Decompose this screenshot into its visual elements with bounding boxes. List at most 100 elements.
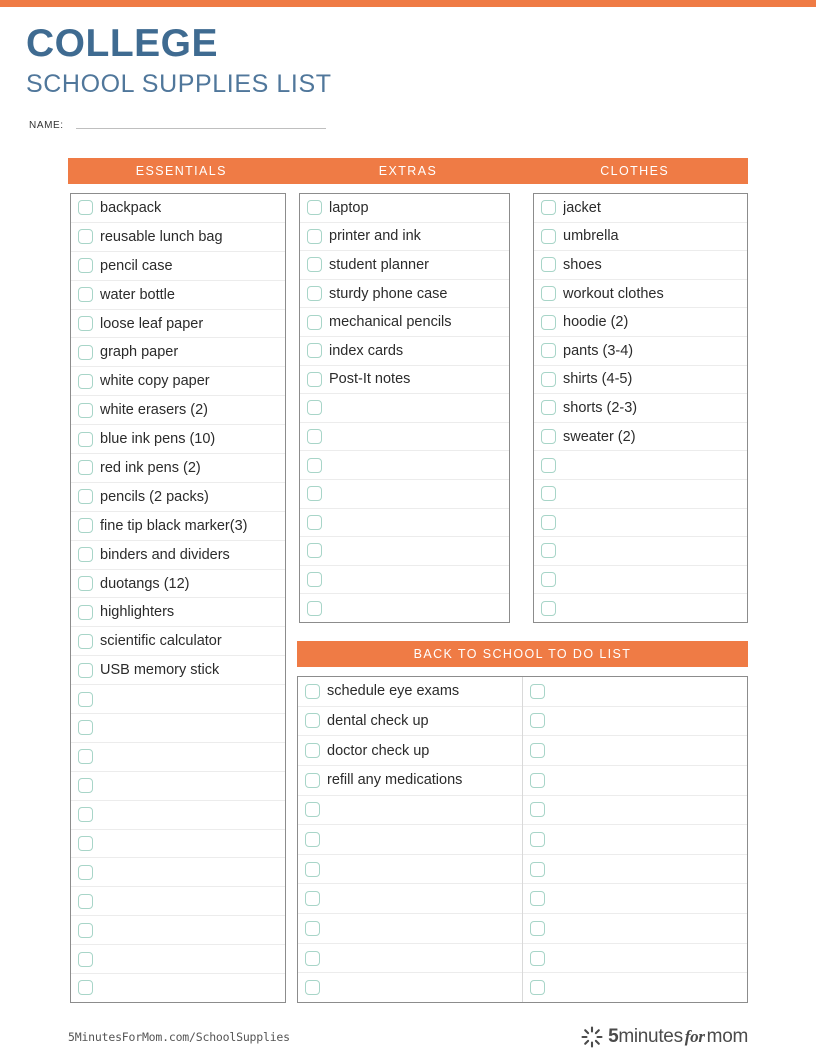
checkbox-icon[interactable] xyxy=(305,743,320,759)
checklist-row[interactable] xyxy=(71,801,285,830)
checklist-row[interactable] xyxy=(523,855,747,885)
checklist-row[interactable] xyxy=(534,451,747,480)
name-input-line[interactable] xyxy=(75,128,326,129)
checkbox-icon[interactable] xyxy=(78,258,93,274)
checkbox-icon[interactable] xyxy=(307,371,322,387)
checkbox-icon[interactable] xyxy=(78,951,93,967)
checklist-row[interactable] xyxy=(523,973,747,1002)
checkbox-icon[interactable] xyxy=(78,402,93,418)
checkbox-icon[interactable] xyxy=(78,836,93,852)
checkbox-icon[interactable] xyxy=(305,713,320,729)
checklist-row[interactable] xyxy=(71,974,285,1002)
checkbox-icon[interactable] xyxy=(530,683,545,699)
checkbox-icon[interactable] xyxy=(307,572,322,588)
checklist-row[interactable] xyxy=(71,830,285,859)
checklist-row[interactable]: graph paper xyxy=(71,338,285,368)
footer-url[interactable]: 5MinutesForMom.com/SchoolSupplies xyxy=(68,1030,290,1044)
checkbox-icon[interactable] xyxy=(530,802,545,818)
checklist-row[interactable]: Post-It notes xyxy=(300,366,509,395)
checkbox-icon[interactable] xyxy=(305,891,320,907)
checklist-row[interactable]: doctor check up xyxy=(298,736,522,766)
checklist-row[interactable]: USB memory stick xyxy=(71,656,285,686)
checklist-row[interactable]: white erasers (2) xyxy=(71,396,285,426)
checklist-row[interactable]: duotangs (12) xyxy=(71,570,285,599)
checkbox-icon[interactable] xyxy=(307,200,322,216)
checklist-row[interactable]: binders and dividers xyxy=(71,541,285,570)
checkbox-icon[interactable] xyxy=(78,807,93,823)
checkbox-icon[interactable] xyxy=(307,400,322,416)
checklist-row[interactable]: red ink pens (2) xyxy=(71,454,285,483)
checklist-row[interactable] xyxy=(534,480,747,509)
checkbox-icon[interactable] xyxy=(78,633,93,649)
checklist-row[interactable] xyxy=(534,537,747,566)
checklist-row[interactable] xyxy=(298,825,522,855)
checklist-row[interactable]: pencils (2 packs) xyxy=(71,483,285,512)
checkbox-icon[interactable] xyxy=(307,257,322,273)
checklist-row[interactable] xyxy=(523,944,747,974)
checklist-row[interactable]: mechanical pencils xyxy=(300,308,509,337)
checklist-row[interactable]: dental check up xyxy=(298,707,522,737)
checkbox-icon[interactable] xyxy=(78,287,93,303)
checklist-row[interactable]: hoodie (2) xyxy=(534,308,747,337)
checkbox-icon[interactable] xyxy=(307,343,322,359)
checklist-row[interactable] xyxy=(298,973,522,1002)
checklist-row[interactable]: schedule eye exams xyxy=(298,677,522,707)
checkbox-icon[interactable] xyxy=(530,950,545,966)
checklist-row[interactable] xyxy=(71,858,285,888)
checklist-row[interactable]: loose leaf paper xyxy=(71,310,285,339)
checklist-row[interactable] xyxy=(523,766,747,796)
checkbox-icon[interactable] xyxy=(305,772,320,788)
checklist-row[interactable]: reusable lunch bag xyxy=(71,223,285,252)
checklist-row[interactable] xyxy=(300,509,509,538)
checklist-row[interactable]: shorts (2-3) xyxy=(534,394,747,423)
checklist-row[interactable] xyxy=(300,537,509,566)
checklist-row[interactable]: pants (3-4) xyxy=(534,337,747,366)
checkbox-icon[interactable] xyxy=(541,228,556,244)
checklist-row[interactable] xyxy=(298,796,522,826)
checkbox-icon[interactable] xyxy=(78,518,93,534)
checkbox-icon[interactable] xyxy=(78,200,93,216)
checklist-row[interactable] xyxy=(523,736,747,766)
checkbox-icon[interactable] xyxy=(541,486,556,502)
checkbox-icon[interactable] xyxy=(541,543,556,559)
checkbox-icon[interactable] xyxy=(78,922,93,938)
checklist-row[interactable]: shirts (4-5) xyxy=(534,366,747,395)
checkbox-icon[interactable] xyxy=(78,460,93,476)
checkbox-icon[interactable] xyxy=(530,920,545,936)
checkbox-icon[interactable] xyxy=(307,600,322,616)
checklist-row[interactable] xyxy=(298,914,522,944)
checkbox-icon[interactable] xyxy=(541,257,556,273)
checklist-row[interactable] xyxy=(534,594,747,622)
checklist-row[interactable]: refill any medications xyxy=(298,766,522,796)
checklist-row[interactable]: printer and ink xyxy=(300,223,509,252)
checklist-row[interactable] xyxy=(298,855,522,885)
checklist-row[interactable]: sweater (2) xyxy=(534,423,747,452)
checklist-row[interactable]: white copy paper xyxy=(71,367,285,397)
checklist-row[interactable] xyxy=(71,945,285,975)
checkbox-icon[interactable] xyxy=(530,891,545,907)
checkbox-icon[interactable] xyxy=(541,371,556,387)
checklist-row[interactable]: water bottle xyxy=(71,281,285,310)
checklist-row[interactable]: shoes xyxy=(534,251,747,280)
checkbox-icon[interactable] xyxy=(78,547,93,563)
checkbox-icon[interactable] xyxy=(78,662,93,678)
checklist-row[interactable]: student planner xyxy=(300,251,509,280)
checklist-row[interactable]: highlighters xyxy=(71,598,285,628)
checkbox-icon[interactable] xyxy=(305,861,320,877)
checklist-row[interactable] xyxy=(300,423,509,452)
checklist-row[interactable]: jacket xyxy=(534,194,747,223)
checkbox-icon[interactable] xyxy=(78,980,93,996)
checkbox-icon[interactable] xyxy=(78,604,93,620)
checklist-row[interactable] xyxy=(523,796,747,826)
checklist-row[interactable] xyxy=(300,594,509,622)
checklist-row[interactable]: backpack xyxy=(71,194,285,223)
checkbox-icon[interactable] xyxy=(78,720,93,736)
checklist-row[interactable] xyxy=(523,825,747,855)
checkbox-icon[interactable] xyxy=(78,489,93,505)
checklist-row[interactable] xyxy=(523,914,747,944)
checklist-row[interactable]: scientific calculator xyxy=(71,627,285,657)
checklist-row[interactable]: fine tip black marker(3) xyxy=(71,512,285,541)
checkbox-icon[interactable] xyxy=(78,778,93,794)
checklist-row[interactable] xyxy=(534,509,747,538)
checklist-row[interactable] xyxy=(300,451,509,480)
